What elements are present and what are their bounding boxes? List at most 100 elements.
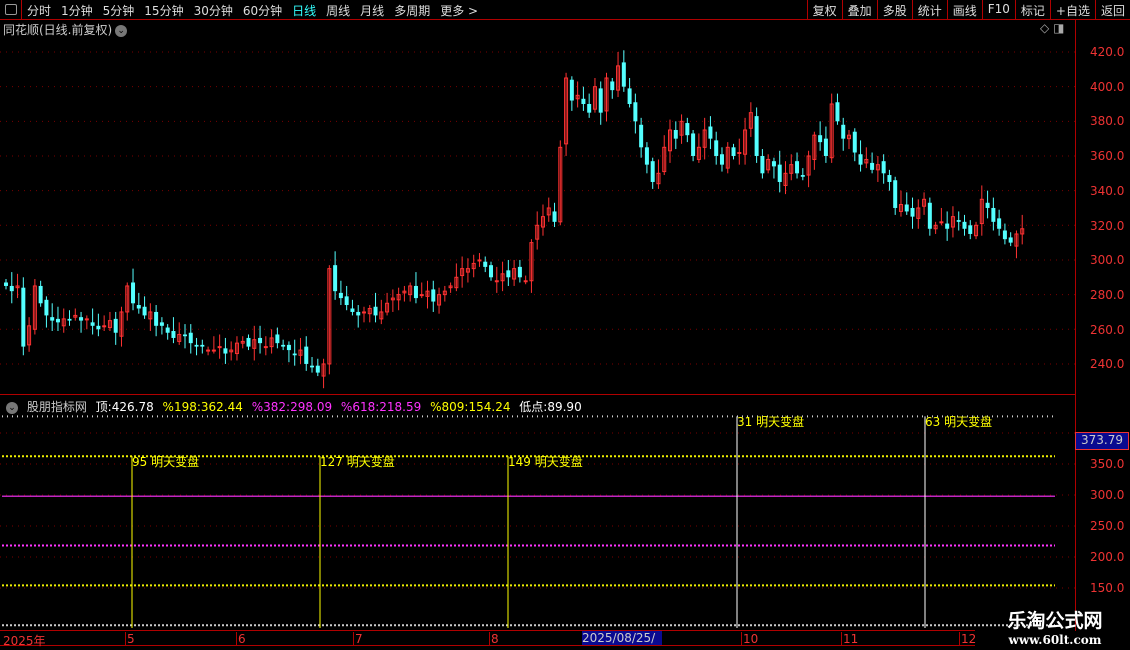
candle-body [685,123,690,136]
period-tab[interactable]: 5分钟 [103,2,135,19]
candlestick-chart[interactable] [0,38,1075,394]
toolbar-button[interactable]: 复权 [806,0,842,19]
candle-body [731,147,736,156]
price-tick: 240.0 [1090,357,1125,372]
marker-label: 31 明天变盘 [737,415,805,429]
sidebar-toggle-button[interactable] [0,0,22,19]
candle-body [494,280,499,283]
candle-body [223,348,228,354]
current-value-badge: 373.79 [1075,432,1129,450]
candle-body [292,353,297,356]
candle-body [350,308,355,312]
candle-body [881,161,886,174]
candle-body [165,327,170,333]
candle-body [182,334,187,337]
stock-chart-app: 分时 1分钟 5分钟 15分钟 30分钟 60分钟 日线 周线 月线 多周期 更多 > 复权 叠加 多股… [0,0,1130,650]
period-tab[interactable]: 多周期 [394,2,430,19]
candle-body [304,346,309,364]
candle-body [9,285,14,292]
right-buttons: 复权 叠加 多股 统计 画线 F10 标记 +自选 返回 [806,0,1130,19]
candle-body [315,365,320,373]
candle-body [552,211,557,222]
price-tick: 400.0 [1090,79,1125,94]
candle-body [188,332,193,344]
period-tab[interactable]: 周线 [326,2,350,19]
chart-tools: ◇ ◨ [1040,21,1064,35]
candle-body [206,349,211,352]
toolbar-button[interactable]: 标记 [1014,0,1050,19]
time-label: 10 [741,632,759,646]
candle-body [281,344,286,347]
candle-body [627,88,632,104]
chevron-down-icon[interactable]: ⌄ [115,24,128,37]
candle-body [275,334,280,344]
price-tick: 360.0 [1090,149,1125,164]
time-label: 2025年 [3,634,46,648]
time-label: 6 [236,632,246,646]
candle-body [569,79,574,101]
candle-body [639,124,644,148]
marker-label: 149 明天变盘 [508,455,583,469]
candle-body [373,306,378,316]
candle-body [344,296,349,306]
candle-body [200,344,205,347]
toolbar-button[interactable]: 画线 [946,0,982,19]
candle-body [154,311,159,326]
toolbar-button[interactable]: 返回 [1094,0,1130,19]
candle-body [44,299,49,316]
candle-body [67,318,72,321]
price-tick: 260.0 [1090,322,1125,337]
time-label: 11 [841,632,859,646]
toolbar-button[interactable]: +自选 [1049,0,1095,19]
candle-body [691,133,696,156]
toolbar: 分时 1分钟 5分钟 15分钟 30分钟 60分钟 日线 周线 月线 多周期 更多 > 复权 叠加 多股… [0,0,1130,20]
time-axis[interactable]: 2025年 5 6 7 8 2025/08/25/一 10 11 12 [0,630,976,650]
toolbar-button[interactable]: 多股 [876,0,912,19]
candle-body [887,175,892,182]
candle-body [263,346,268,349]
price-tick: 420.0 [1090,45,1125,59]
indicator-tick: 350.0 [1090,457,1125,471]
candle-body [131,282,136,304]
period-tabs: 分时 1分钟 5分钟 15分钟 30分钟 60分钟 日线 周线 月线 多周期 更多 > [27,2,478,19]
period-tab[interactable]: 月线 [360,2,384,19]
indicator-tick: 300.0 [1090,488,1125,502]
period-tab[interactable]: 60分钟 [243,2,282,19]
candle-body [142,306,147,316]
candle-body [102,325,107,328]
candle-body [96,325,101,330]
toolbar-button[interactable]: 统计 [911,0,947,19]
candle-body [21,287,26,347]
candle-body [246,337,251,347]
logo-url: www.60lt.com [1008,633,1102,647]
marker-label: 127 明天变盘 [320,455,395,469]
period-tab[interactable]: 30分钟 [194,2,233,19]
period-tab[interactable]: 日线 [292,2,316,19]
candle-body [939,221,944,224]
indicator-chart[interactable] [0,395,1075,630]
candle-body [38,285,43,304]
panel-icon[interactable]: ◨ [1053,21,1064,35]
panel-icon [5,4,17,15]
period-tab[interactable]: 1分钟 [61,2,93,19]
candle-body [136,305,141,309]
candle-body [517,266,522,278]
period-tab[interactable]: 更多 > [440,2,478,19]
candle-body [84,318,89,321]
candle-body [737,152,742,155]
candle-body [413,285,418,299]
period-tab[interactable]: 15分钟 [144,2,183,19]
candle-body [211,349,216,352]
candle-body [79,317,84,321]
candle-body [910,207,915,217]
toolbar-button[interactable]: F10 [981,0,1015,19]
candle-body [610,81,615,91]
candle-body [506,270,511,278]
diamond-icon[interactable]: ◇ [1040,21,1049,35]
candle-body [194,344,199,347]
chart-title[interactable]: 同花顺(日线.前复权) ⌄ [3,21,128,38]
toolbar-button[interactable]: 叠加 [841,0,877,19]
period-tab[interactable]: 分时 [27,2,51,19]
candle-body [754,116,759,156]
candle-body [217,346,222,349]
